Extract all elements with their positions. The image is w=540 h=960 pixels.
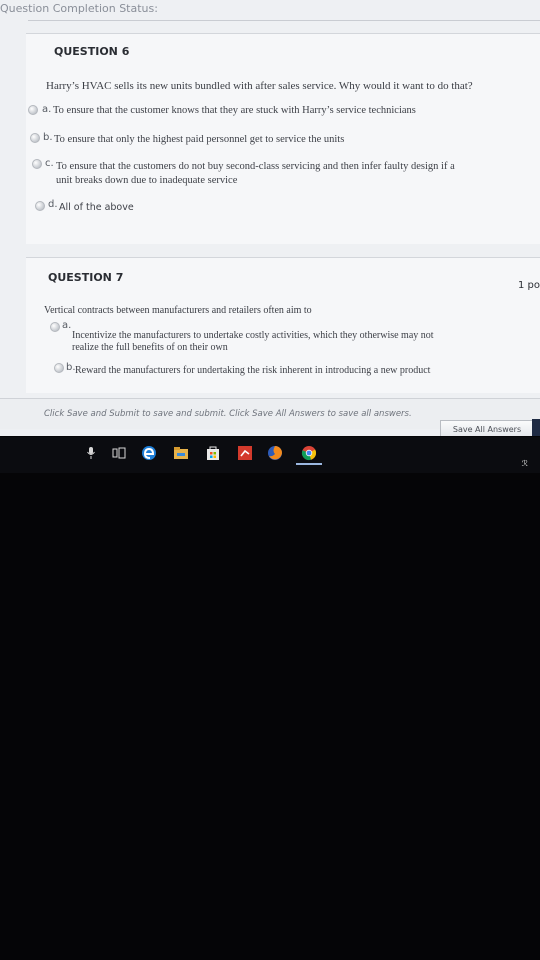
q6-option-a-text: To ensure that the customer knows that t… bbox=[53, 105, 416, 116]
save-instructions: Click Save and Submit to save and submit… bbox=[44, 409, 412, 419]
save-and-submit-button-edge[interactable] bbox=[532, 419, 540, 436]
mic-icon[interactable] bbox=[84, 443, 98, 463]
question-6-prompt: Harry’s HVAC sells its new units bundled… bbox=[46, 80, 473, 92]
task-view-icon[interactable] bbox=[110, 443, 128, 463]
q6-letter-c: c. bbox=[45, 158, 54, 169]
q6-option-b-text: To ensure that only the highest paid per… bbox=[54, 134, 345, 145]
divider bbox=[28, 20, 540, 21]
q7-option-a-line2: realize the full benefits of on their ow… bbox=[72, 342, 228, 353]
q6-option-d-text: All of the above bbox=[59, 202, 134, 213]
q7-option-b-text: Reward the manufacturers for undertaking… bbox=[75, 365, 431, 376]
question-7-card: QUESTION 7 Vertical contracts between ma… bbox=[26, 257, 540, 393]
q6-radio-d[interactable] bbox=[35, 201, 45, 211]
save-all-answers-button[interactable]: Save All Answers bbox=[440, 420, 534, 436]
q6-option-c-line2: unit breaks down due to inadequate servi… bbox=[56, 175, 238, 186]
file-explorer-icon[interactable] bbox=[172, 443, 190, 463]
question-7-prompt: Vertical contracts between manufacturers… bbox=[44, 305, 312, 316]
question-6-card: QUESTION 6 Harry’s HVAC sells its new un… bbox=[26, 33, 540, 244]
q6-radio-a[interactable] bbox=[28, 105, 38, 115]
q6-letter-a: a. bbox=[42, 104, 52, 115]
q6-letter-d: d. bbox=[48, 199, 58, 210]
question-7-points: 1 po bbox=[518, 280, 540, 291]
q6-option-c-line1: To ensure that the customers do not buy … bbox=[56, 161, 455, 172]
q6-radio-c[interactable] bbox=[32, 159, 42, 169]
firefox-icon[interactable] bbox=[266, 443, 284, 463]
submit-footer: Click Save and Submit to save and submit… bbox=[0, 398, 540, 436]
q6-radio-b[interactable] bbox=[30, 133, 40, 143]
app-icon[interactable] bbox=[236, 443, 254, 463]
browser-screen: Question Completion Status: QUESTION 6 H… bbox=[0, 0, 540, 436]
edge-icon[interactable] bbox=[140, 443, 158, 463]
q7-letter-a: a. bbox=[62, 320, 72, 331]
question-6-heading: QUESTION 6 bbox=[54, 45, 130, 58]
completion-status-label: Question Completion Status: bbox=[0, 2, 158, 15]
q7-radio-b[interactable] bbox=[54, 363, 64, 373]
store-icon[interactable] bbox=[204, 443, 222, 463]
system-tray-people-icon[interactable]: ℛ bbox=[522, 459, 528, 468]
question-7-heading: QUESTION 7 bbox=[48, 271, 124, 284]
windows-taskbar: ℛ bbox=[0, 437, 540, 473]
q6-letter-b: b. bbox=[43, 132, 53, 143]
q7-radio-a[interactable] bbox=[50, 322, 60, 332]
chrome-icon[interactable] bbox=[296, 443, 322, 465]
